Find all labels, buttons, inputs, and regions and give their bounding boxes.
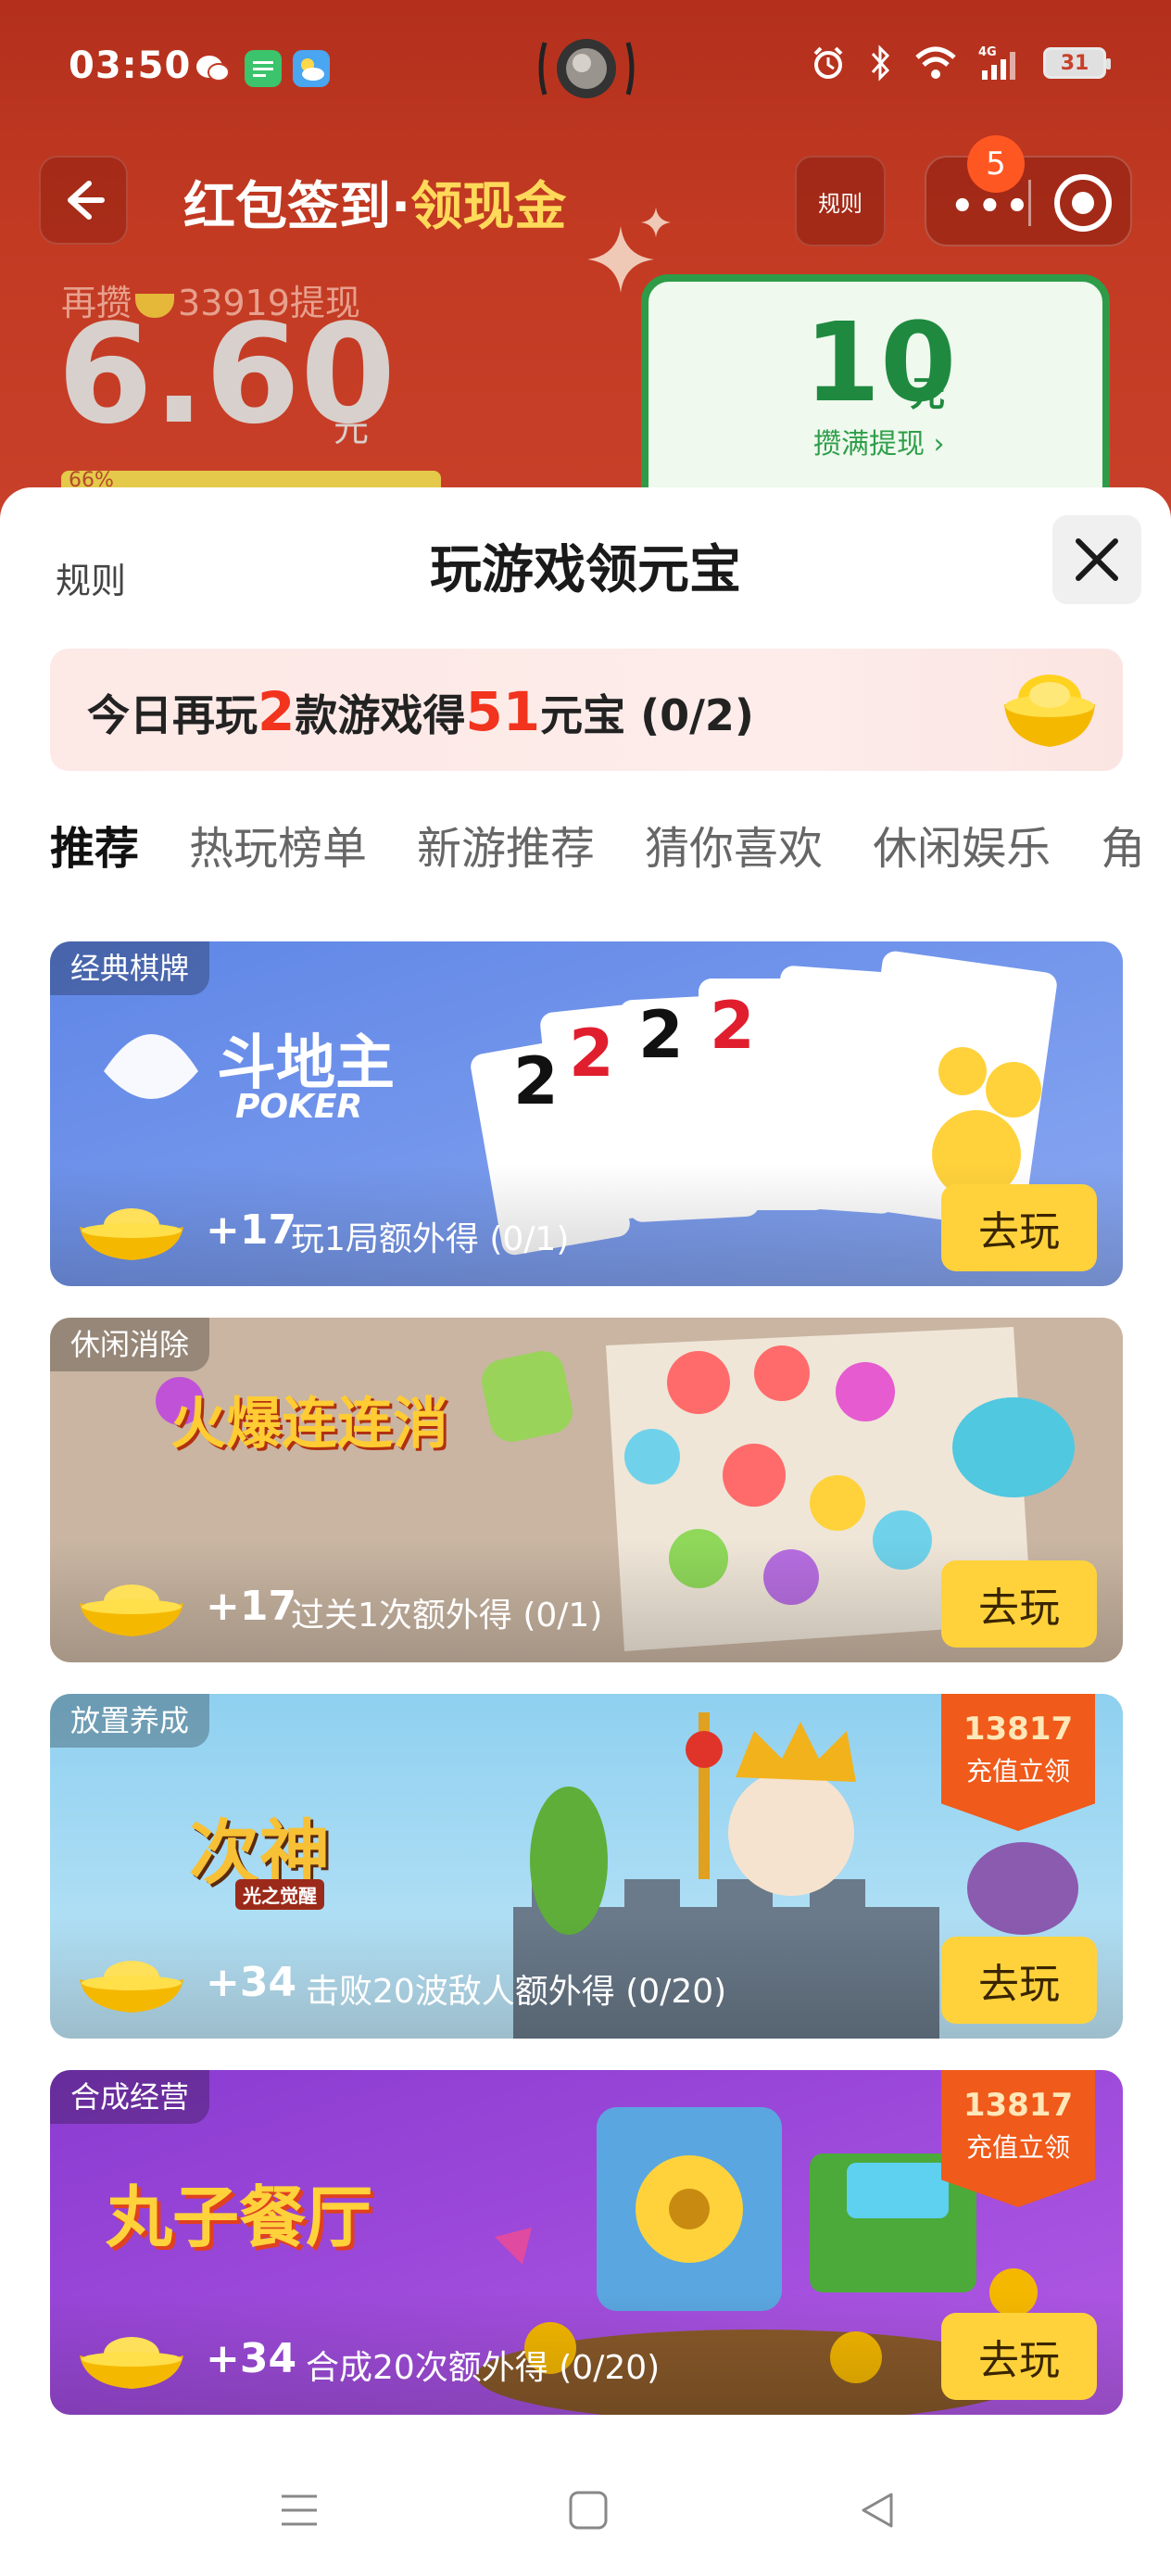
reward-amount: +34 <box>206 2335 297 2382</box>
game-subtitle: 光之觉醒 <box>235 1879 324 1910</box>
sparkle-icon <box>639 206 673 243</box>
game-tag: 经典棋牌 <box>50 941 210 995</box>
status-right-icons: 4G 31 <box>810 44 1111 82</box>
game-title: 丸子餐厅 <box>106 2178 373 2256</box>
gold-ingot-icon <box>80 1585 183 1636</box>
reward-subtitle: 攒满提现 › <box>813 428 945 461</box>
alarm-icon <box>813 46 843 79</box>
close-button[interactable] <box>1052 515 1141 604</box>
game-footer: +17 过关1次额外得 (0/1) 去玩 <box>50 1540 1123 1662</box>
game-footer: +17 玩1局额外得 (0/1) 去玩 <box>50 1164 1123 1286</box>
arrow-left-icon <box>68 181 105 220</box>
gold-ingot-icon <box>1004 675 1095 747</box>
play-button[interactable]: 去玩 <box>941 1937 1097 2024</box>
back-button[interactable] <box>39 156 128 245</box>
game-footer: +34 合成20次额外得 (0/20) 去玩 <box>50 2292 1123 2415</box>
menu-icon[interactable] <box>278 2489 321 2532</box>
task-description: 玩1局额外得 (0/1) <box>291 1220 570 1258</box>
gold-ingot-icon <box>80 1961 183 2013</box>
page-title-highlight: 领现金 <box>410 177 567 237</box>
reward-amount: +34 <box>206 1959 297 2006</box>
game-card-wanzi[interactable]: 合成经营 丸子餐厅 13817 充值立领 +34 合成20次额外得 (0/20)… <box>50 2070 1123 2415</box>
task-suffix: 元宝 (0/2) <box>540 690 754 740</box>
page-title: 红包签到·领现金 <box>183 165 566 240</box>
balance-unit: 元 <box>334 409 370 449</box>
tab-role[interactable]: 角 <box>1101 812 1145 877</box>
tab-guess[interactable]: 猜你喜欢 <box>645 812 823 877</box>
camera-cutout <box>535 33 637 104</box>
recharge-label: 充值立领 <box>965 2132 1070 2163</box>
weather-icon <box>293 50 330 87</box>
task-prefix: 今日再玩 <box>87 690 258 740</box>
svg-text:2: 2 <box>638 997 684 1073</box>
recharge-badge[interactable]: 13817 充值立领 <box>941 2070 1095 2207</box>
game-subtitle: POKER <box>235 1088 363 1126</box>
reward-amount: +17 <box>206 1206 297 1254</box>
battery-icon: 31 <box>1043 47 1111 79</box>
system-navigation-bar <box>0 2446 1171 2576</box>
back-nav-icon[interactable] <box>856 2489 899 2532</box>
wechat-icon <box>195 50 232 87</box>
mini-program-capsule: ••• <box>925 156 1132 246</box>
bluetooth-icon <box>871 44 890 82</box>
task-games-count: 2 <box>258 680 296 743</box>
svg-text:2: 2 <box>569 1016 614 1092</box>
sheet-title: 玩游戏领元宝 <box>430 540 741 600</box>
game-tag: 休闲消除 <box>50 1318 210 1371</box>
game-card-cishen[interactable]: 放置养成 次神 光之觉醒 13817 充值立领 +34 击败20波敌人额外得 (… <box>50 1694 1123 2039</box>
game-tag: 放置养成 <box>50 1694 210 1748</box>
svg-text:2: 2 <box>710 988 755 1064</box>
game-bottom-sheet: 规则 玩游戏领元宝 今日再玩2款游戏得51元宝 (0/2) 推荐 热玩榜单 新游推荐… <box>0 487 1171 2576</box>
close-icon <box>1076 538 1118 581</box>
recharge-label: 充值立领 <box>965 1756 1070 1787</box>
task-reward: 51 <box>465 680 541 743</box>
play-button[interactable]: 去玩 <box>941 1184 1097 1271</box>
svg-text:4G: 4G <box>978 45 997 59</box>
capsule-divider <box>1028 180 1031 226</box>
gold-ingot-icon <box>80 1208 183 1260</box>
svg-text:2: 2 <box>513 1043 559 1119</box>
task-description: 过关1次额外得 (0/1) <box>291 1597 603 1635</box>
recharge-amount: 13817 <box>963 2087 1074 2124</box>
game-card-lianlianxiao[interactable]: 休闲消除 火爆连连消 +17 过关1次额外得 (0/1) 去玩 <box>50 1318 1123 1662</box>
task-text: 今日再玩2款游戏得51元宝 (0/2) <box>87 680 754 743</box>
task-description: 合成20次额外得 (0/20) <box>306 2349 661 2387</box>
task-description: 击败20波敌人额外得 (0/20) <box>306 1973 727 2011</box>
game-card-doudizhu[interactable]: 2 2 2 2 经典棋牌 斗地主 POKER +17 玩1局额外得 (0/1) … <box>50 941 1123 1286</box>
recharge-amount: 13817 <box>963 1711 1074 1748</box>
status-bar: 03:50 4G 31 <box>0 0 1171 139</box>
game-footer: +34 击败20波敌人额外得 (0/20) 去玩 <box>50 1916 1123 2039</box>
tab-recommend[interactable]: 推荐 <box>50 812 139 877</box>
home-icon[interactable] <box>567 2489 610 2532</box>
wifi-icon <box>915 46 956 79</box>
recharge-badge[interactable]: 13817 充值立领 <box>941 1694 1095 1831</box>
notification-badge: 5 <box>967 135 1025 193</box>
tab-new[interactable]: 新游推荐 <box>417 812 595 877</box>
reward-amount: +17 <box>206 1583 297 1630</box>
category-tabs: 推荐 热玩榜单 新游推荐 猜你喜欢 休闲娱乐角 <box>50 812 1171 886</box>
close-mini-program-icon[interactable] <box>1054 174 1112 232</box>
gold-ingot-icon <box>80 2337 183 2389</box>
header-rules-button[interactable]: 规则 <box>795 156 886 246</box>
daily-task-banner: 今日再玩2款游戏得51元宝 (0/2) <box>50 649 1123 771</box>
reward-unit: 元 <box>910 373 946 414</box>
tab-casual[interactable]: 休闲娱乐 <box>873 812 1051 877</box>
play-button[interactable]: 去玩 <box>941 2313 1097 2400</box>
task-middle: 款游戏得 <box>295 690 466 740</box>
play-button[interactable]: 去玩 <box>941 1560 1097 1648</box>
signal-icon: 4G <box>978 45 1015 80</box>
game-title: 火爆连连消 <box>170 1392 448 1457</box>
tab-hot[interactable]: 热玩榜单 <box>189 812 367 877</box>
game-tag: 合成经营 <box>50 2070 210 2124</box>
page-title-main: 红包签到· <box>183 177 411 237</box>
message-icon <box>245 50 282 87</box>
background-page: 03:50 4G 31 红包签到·领现金 规则 ••• 5 再攒 33919提现… <box>0 0 1171 524</box>
status-time: 03:50 <box>69 44 192 87</box>
